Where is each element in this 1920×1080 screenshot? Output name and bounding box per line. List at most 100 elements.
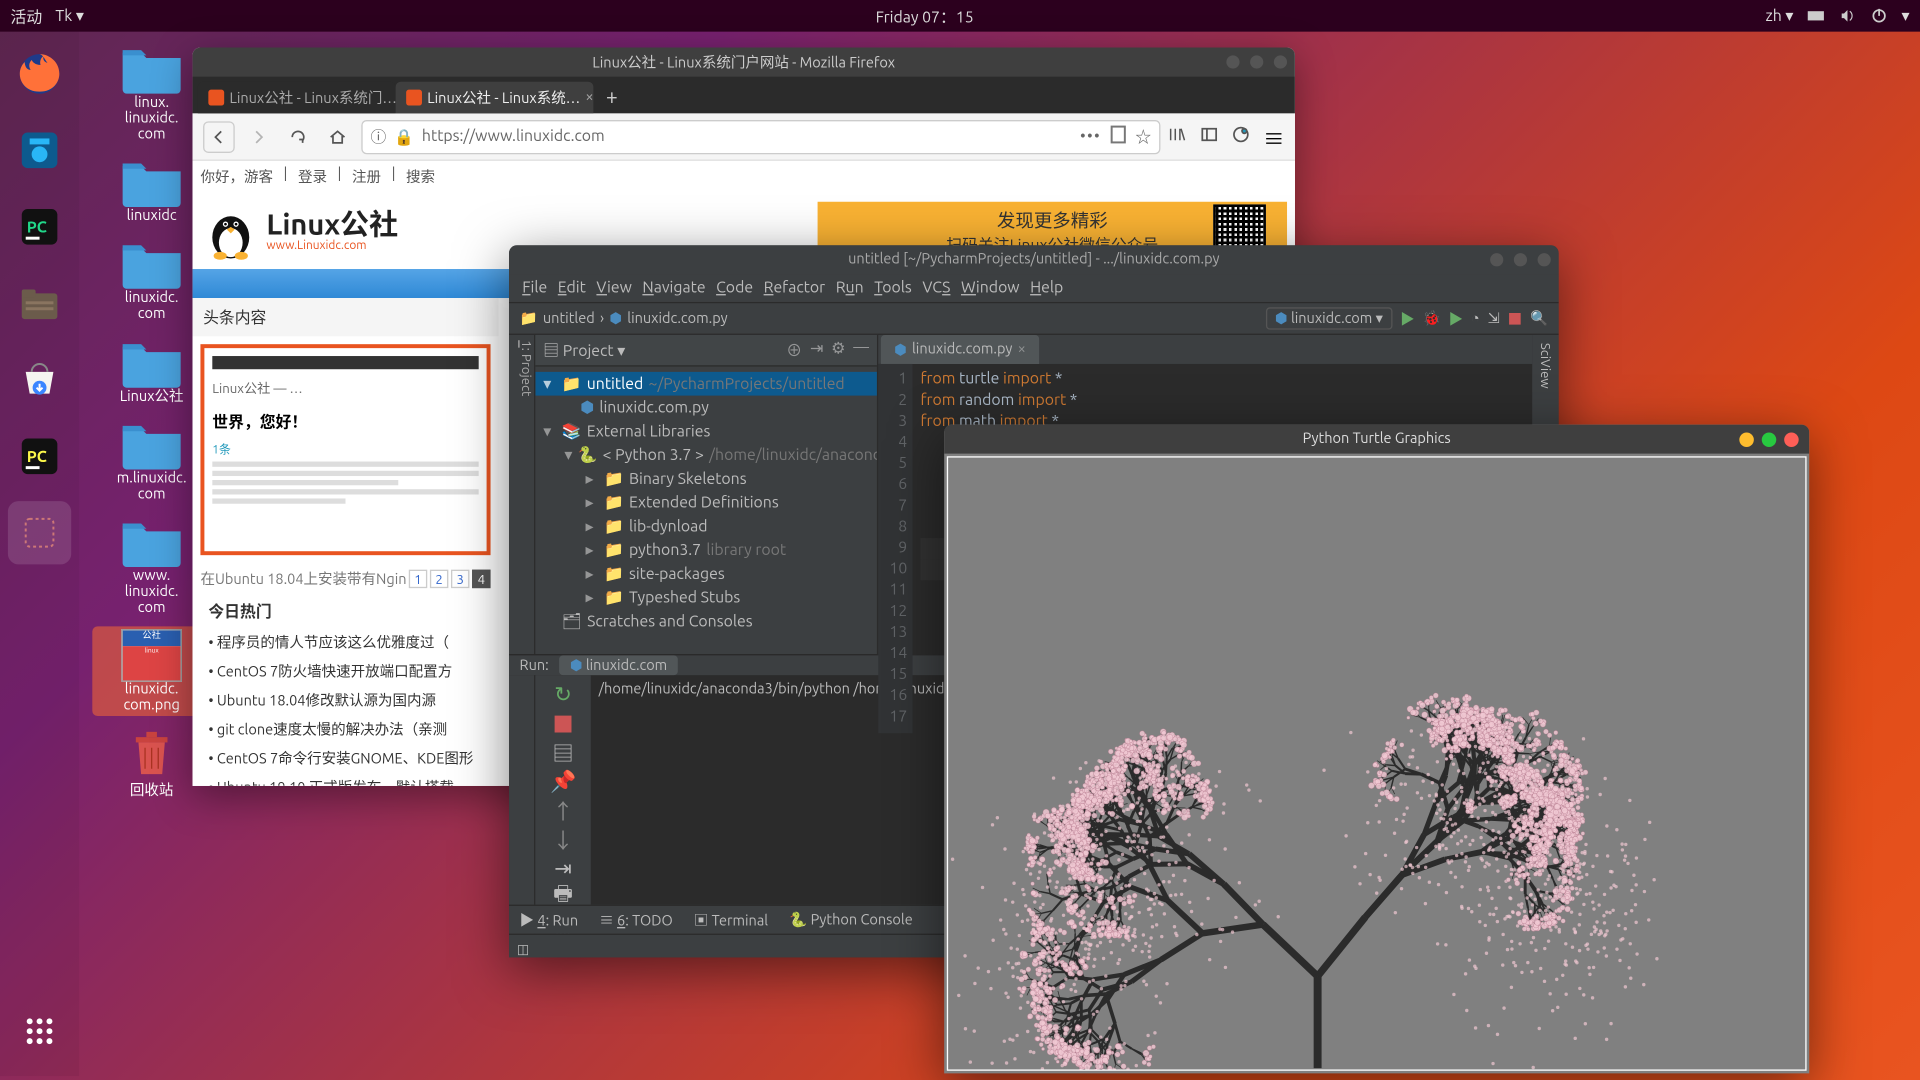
tool-tab-terminal[interactable]: ▣ Terminal xyxy=(694,909,768,930)
back-button[interactable] xyxy=(203,121,235,153)
rerun-icon[interactable]: ↻ xyxy=(553,683,574,704)
profile-button[interactable]: ◔ xyxy=(1471,311,1480,327)
crumb[interactable]: untitled xyxy=(543,311,595,327)
search-button[interactable]: 🔍 xyxy=(1530,310,1548,327)
tool-tab-run[interactable]: ▶ 4: Run xyxy=(520,909,579,930)
dock-pycharm[interactable]: PC xyxy=(8,195,71,258)
activities-button[interactable]: 活动 xyxy=(11,5,43,27)
info-icon[interactable]: ⓘ xyxy=(371,125,387,147)
menu-file[interactable]: File xyxy=(522,280,547,297)
up-icon[interactable]: ↑ xyxy=(553,799,574,820)
chevron-down-icon[interactable]: ▾ xyxy=(1901,7,1909,25)
dock-files[interactable] xyxy=(8,272,71,335)
close-icon[interactable]: × xyxy=(1018,342,1026,358)
turtle-window[interactable]: Python Turtle Graphics xyxy=(944,425,1809,1074)
url-input[interactable] xyxy=(422,128,1072,145)
pager-btn[interactable]: 4 xyxy=(472,570,490,588)
maximize-button[interactable] xyxy=(1250,55,1263,68)
tool-sciview[interactable]: SciView xyxy=(1538,343,1553,389)
pager-btn[interactable]: 1 xyxy=(409,570,427,588)
dock-show-apps[interactable] xyxy=(8,1000,71,1063)
register-link[interactable]: 注册 xyxy=(352,166,381,187)
coverage-button[interactable]: ▶ xyxy=(1448,308,1463,329)
pin-icon[interactable]: 📌 xyxy=(553,770,574,791)
sidebar-icon[interactable] xyxy=(1200,125,1218,149)
menu-refactor[interactable]: Refactor xyxy=(764,280,826,297)
menu-view[interactable]: View xyxy=(596,280,631,297)
power-icon[interactable] xyxy=(1870,7,1888,25)
home-button[interactable] xyxy=(322,121,354,153)
list-item[interactable]: Ubuntu 18.04修改默认源为国内源 xyxy=(208,686,482,715)
site-logo[interactable]: Linux公社www.Linuxidc.com xyxy=(200,200,398,261)
dock-firefox[interactable] xyxy=(8,42,71,105)
stop-icon[interactable]: ■ xyxy=(553,712,574,733)
bookmark-icon[interactable]: ☆ xyxy=(1135,125,1151,147)
pager-btn[interactable]: 2 xyxy=(430,570,448,588)
new-tab-button[interactable]: + xyxy=(593,82,630,114)
list-item[interactable]: Ubuntu 19.10 正式版发布，默认搭载 xyxy=(208,773,482,786)
dock-screenshot[interactable] xyxy=(8,119,71,182)
volume-icon[interactable] xyxy=(1838,7,1856,25)
minimize-button[interactable] xyxy=(1490,253,1503,266)
menu-navigate[interactable]: Navigate xyxy=(642,280,705,297)
reader-icon[interactable] xyxy=(1109,125,1127,147)
browser-tab[interactable]: Linux公社 - Linux系统…× xyxy=(396,82,594,114)
maximize-button[interactable] xyxy=(1762,432,1777,447)
list-item[interactable]: 程序员的情人节应该这么优雅度过（ xyxy=(208,628,482,657)
close-button[interactable] xyxy=(1784,432,1799,447)
maximize-button[interactable] xyxy=(1514,253,1527,266)
wrap-icon[interactable]: ⇥ xyxy=(553,857,574,878)
network-icon[interactable] xyxy=(1807,7,1825,25)
project-tree[interactable]: ▾📁 untitled ~/PycharmProjects/untitled ⬢… xyxy=(535,367,877,639)
menu-icon[interactable]: ≡ xyxy=(1263,121,1284,153)
account-icon[interactable] xyxy=(1232,125,1250,149)
browser-tab[interactable]: Linux公社 - Linux系统门…× xyxy=(198,82,396,114)
locate-icon[interactable]: ⊕ xyxy=(786,339,802,361)
menu-vcs[interactable]: VCS xyxy=(922,280,950,297)
crumb[interactable]: linuxidc.com.py xyxy=(627,311,727,327)
pager-btn[interactable]: 3 xyxy=(451,570,469,588)
minimize-button[interactable] xyxy=(1739,432,1754,447)
url-bar[interactable]: ⓘ 🔒 ••• ☆ xyxy=(361,119,1160,153)
headline-preview[interactable]: Linux公社 — …世界，您好！1条 xyxy=(200,344,490,555)
keyboard-layout[interactable]: zh ▾ xyxy=(1765,7,1793,25)
attach-button[interactable]: ⇲ xyxy=(1488,310,1500,327)
tool-tab-pyconsole[interactable]: 🐍 Python Console xyxy=(789,911,913,928)
collapse-icon[interactable]: ⇥ xyxy=(810,339,823,361)
menu-window[interactable]: Window xyxy=(961,280,1020,297)
dock-pycharm-2[interactable]: PC xyxy=(8,425,71,488)
close-button[interactable] xyxy=(1538,253,1551,266)
debug-button[interactable]: 🐞 xyxy=(1422,310,1440,327)
minimize-button[interactable] xyxy=(1226,55,1239,68)
tool-tab-todo[interactable]: ≡ 6: TODO xyxy=(599,909,673,930)
down-icon[interactable]: ↓ xyxy=(553,828,574,849)
dock-unknown[interactable] xyxy=(8,501,71,564)
firefox-titlebar[interactable]: Linux公社 - Linux系统门户网站 - Mozilla Firefox xyxy=(193,47,1295,76)
stop-button[interactable]: ■ xyxy=(1508,308,1523,329)
library-icon[interactable] xyxy=(1168,125,1186,149)
run-button[interactable]: ▶ xyxy=(1400,308,1415,329)
login-link[interactable]: 登录 xyxy=(298,166,327,187)
turtle-titlebar[interactable]: Python Turtle Graphics xyxy=(944,425,1809,454)
clock[interactable]: Friday 07：15 xyxy=(876,5,974,27)
menu-run[interactable]: Run xyxy=(836,280,864,297)
hide-icon[interactable]: — xyxy=(853,339,869,361)
search-link[interactable]: 搜索 xyxy=(406,166,435,187)
project-tool-window[interactable]: ▤ Project ▾ ⊕ ⇥ ⚙ — ▾📁 untitled ~/PycharmPro… xyxy=(535,335,878,654)
forward-button[interactable] xyxy=(243,121,275,153)
dock-software[interactable] xyxy=(8,348,71,411)
close-icon[interactable]: × xyxy=(585,90,593,106)
menu-edit[interactable]: Edit xyxy=(558,280,586,297)
editor-tab[interactable]: ⬢linuxidc.com.py× xyxy=(881,335,1039,364)
project-dropdown[interactable]: ▤ Project ▾ xyxy=(543,339,625,361)
menu-code[interactable]: Code xyxy=(716,280,753,297)
statusbar-icon[interactable]: ◫ xyxy=(509,942,529,957)
list-item[interactable]: CentOS 7命令行安装GNOME、KDE图形 xyxy=(208,744,482,773)
list-item[interactable]: git clone速度太慢的解决办法（亲测 xyxy=(208,715,482,744)
run-config-select[interactable]: ⬢ linuxidc.com ▾ xyxy=(1266,307,1392,329)
menu-tools[interactable]: Tools xyxy=(874,280,912,297)
pycharm-titlebar[interactable]: untitled [~/PycharmProjects/untitled] - … xyxy=(509,245,1559,274)
reload-button[interactable] xyxy=(282,121,314,153)
list-item[interactable]: CentOS 7防火墙快速开放端口配置方 xyxy=(208,657,482,686)
settings-icon[interactable]: ⚙ xyxy=(831,339,845,361)
